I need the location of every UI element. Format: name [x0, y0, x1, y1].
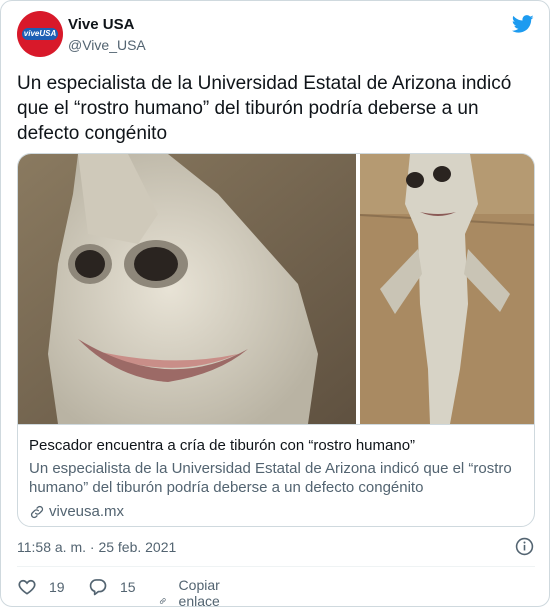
- card-text-area[interactable]: Pescador encuentra a cría de tiburón con…: [18, 424, 534, 526]
- reply-count: 15: [120, 579, 136, 595]
- card-title[interactable]: Pescador encuentra a cría de tiburón con…: [29, 437, 415, 454]
- link-icon: [30, 505, 44, 518]
- tweet-embed: viveUSA Vive USA @Vive_USA Un especialis…: [0, 0, 550, 607]
- copy-link-button[interactable]: Copiar enlace al Tweet: [159, 577, 232, 607]
- tweet-timestamp[interactable]: 11:58 a. m. · 25 feb. 2021: [17, 539, 176, 555]
- info-icon[interactable]: [515, 537, 534, 556]
- twitter-bird-icon[interactable]: [511, 13, 535, 35]
- avatar[interactable]: viveUSA: [17, 11, 63, 57]
- reply-icon: [89, 579, 107, 596]
- card-domain-label: viveusa.mx: [49, 503, 125, 520]
- shark-face-closeup-image: [18, 154, 356, 424]
- like-count: 19: [49, 579, 65, 595]
- reply-button[interactable]: 15: [88, 577, 136, 597]
- heart-icon: [18, 579, 36, 595]
- account-name[interactable]: Vive USA: [68, 16, 134, 33]
- account-handle[interactable]: @Vive_USA: [68, 37, 146, 53]
- card-images[interactable]: [18, 154, 534, 424]
- tweet-text: Un especialista de la Universidad Estata…: [17, 73, 512, 144]
- card-description: Un especialista de la Universidad Estata…: [29, 460, 512, 496]
- like-button[interactable]: 19: [17, 577, 65, 597]
- card-domain[interactable]: viveusa.mx: [29, 503, 124, 520]
- link-icon: [159, 598, 166, 604]
- avatar-logo: viveUSA: [22, 28, 58, 40]
- copy-link-label: Copiar enlace al Tweet: [178, 577, 220, 607]
- actions-divider: [17, 566, 535, 567]
- shark-full-body-image: [360, 154, 534, 424]
- link-card[interactable]: Pescador encuentra a cría de tiburón con…: [17, 153, 535, 527]
